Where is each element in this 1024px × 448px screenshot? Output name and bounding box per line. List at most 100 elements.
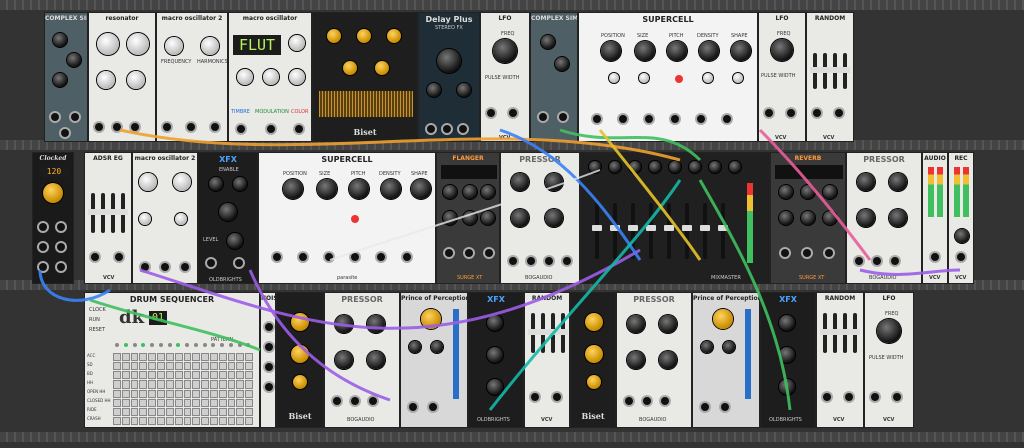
module-noise[interactable]: NOIS <box>260 292 276 428</box>
step-cell[interactable] <box>227 416 236 425</box>
module-xfx[interactable]: XFX ENABLE LEVEL OLDBRIGHTS <box>198 152 258 284</box>
step-cell[interactable] <box>174 380 183 389</box>
step-cell[interactable] <box>130 353 139 362</box>
step-cell[interactable] <box>121 389 130 398</box>
knob[interactable] <box>703 73 713 83</box>
step-cell[interactable] <box>165 389 174 398</box>
step-cell[interactable] <box>192 362 201 371</box>
jack[interactable] <box>409 403 417 411</box>
knob[interactable] <box>43 183 63 203</box>
module-prince-of-perception[interactable]: Prince of Perception <box>400 292 468 428</box>
slider[interactable] <box>558 313 568 353</box>
step-cell[interactable] <box>148 416 157 425</box>
knob[interactable] <box>701 341 713 353</box>
knob[interactable] <box>487 379 503 395</box>
step-cell[interactable] <box>121 407 130 416</box>
knob[interactable] <box>411 179 431 199</box>
step-cell[interactable] <box>201 407 209 416</box>
step-cell[interactable] <box>174 371 183 380</box>
module-macro-oscillator[interactable]: macro oscillator FLUT TIMBRE MODULATION … <box>228 12 312 142</box>
jack[interactable] <box>57 263 65 271</box>
jack[interactable] <box>487 109 495 117</box>
step-cell[interactable] <box>218 353 227 362</box>
knob[interactable] <box>427 83 441 97</box>
knob[interactable] <box>233 177 247 191</box>
knob[interactable] <box>889 209 907 227</box>
step-cell[interactable] <box>157 416 165 425</box>
step-cell[interactable] <box>245 389 253 398</box>
jack[interactable] <box>823 393 831 401</box>
knob[interactable] <box>545 173 563 191</box>
jack[interactable] <box>161 263 169 271</box>
slider[interactable] <box>850 313 860 353</box>
jack[interactable] <box>427 125 435 133</box>
step-cell[interactable] <box>165 416 174 425</box>
jack[interactable] <box>51 113 59 121</box>
step-cell[interactable] <box>130 362 139 371</box>
step-cell[interactable] <box>157 362 165 371</box>
knob[interactable] <box>731 41 751 61</box>
module-supercell-2[interactable]: SUPERCELL POSITION SIZE PITCH DENSITY SH… <box>258 152 436 284</box>
step-cell[interactable] <box>174 353 183 362</box>
slider[interactable] <box>840 53 850 89</box>
step-cell[interactable] <box>201 353 209 362</box>
step-cell[interactable] <box>209 353 218 362</box>
step-cell[interactable] <box>113 371 121 380</box>
jack[interactable] <box>187 123 195 131</box>
step-cell[interactable] <box>209 380 218 389</box>
step-cell[interactable] <box>236 371 245 380</box>
jack[interactable] <box>871 393 879 401</box>
step-cell[interactable] <box>157 353 165 362</box>
step-cell[interactable] <box>227 398 236 407</box>
knob[interactable] <box>729 161 741 173</box>
fader[interactable] <box>592 203 602 259</box>
step-cell[interactable] <box>218 389 227 398</box>
jack[interactable] <box>369 397 377 405</box>
knob[interactable] <box>689 161 701 173</box>
jack[interactable] <box>765 109 773 117</box>
jack[interactable] <box>113 123 121 131</box>
step-cell[interactable] <box>148 407 157 416</box>
jack[interactable] <box>57 223 65 231</box>
module-adsr[interactable]: ADSR EG VCV <box>84 152 132 284</box>
knob[interactable] <box>635 41 655 61</box>
jack[interactable] <box>813 109 821 117</box>
jack[interactable] <box>643 397 651 405</box>
module-resonator[interactable]: resonator <box>88 12 156 142</box>
step-cell[interactable] <box>227 380 236 389</box>
knob[interactable] <box>409 341 421 353</box>
jack[interactable] <box>845 393 853 401</box>
step-cell[interactable] <box>165 362 174 371</box>
jack[interactable] <box>855 257 863 265</box>
step-cell[interactable] <box>192 353 201 362</box>
knob[interactable] <box>601 41 621 61</box>
slider[interactable] <box>548 313 558 353</box>
module-flanger[interactable]: FLANGER SURGE XT <box>436 152 500 284</box>
knob[interactable] <box>139 213 151 225</box>
jack[interactable] <box>559 113 567 121</box>
jack[interactable] <box>957 253 965 261</box>
step-cell[interactable] <box>174 416 183 425</box>
jack[interactable] <box>267 125 275 133</box>
knob[interactable] <box>443 211 457 225</box>
jack[interactable] <box>131 123 139 131</box>
step-cell[interactable] <box>148 380 157 389</box>
fader[interactable] <box>682 203 692 259</box>
step-cell[interactable] <box>236 398 245 407</box>
knob[interactable] <box>801 211 815 225</box>
step-cell[interactable] <box>148 353 157 362</box>
fader[interactable] <box>628 203 638 259</box>
knob[interactable] <box>699 41 719 61</box>
knob[interactable] <box>165 37 183 55</box>
step-cell[interactable] <box>192 389 201 398</box>
knob[interactable] <box>545 209 563 227</box>
jack[interactable] <box>39 223 47 231</box>
jack[interactable] <box>701 403 709 411</box>
jack[interactable] <box>39 243 47 251</box>
knob[interactable] <box>293 375 307 389</box>
knob[interactable] <box>877 319 901 343</box>
step-cell[interactable] <box>209 362 218 371</box>
knob[interactable] <box>357 29 371 43</box>
step-cell[interactable] <box>157 371 165 380</box>
knob[interactable] <box>335 351 353 369</box>
